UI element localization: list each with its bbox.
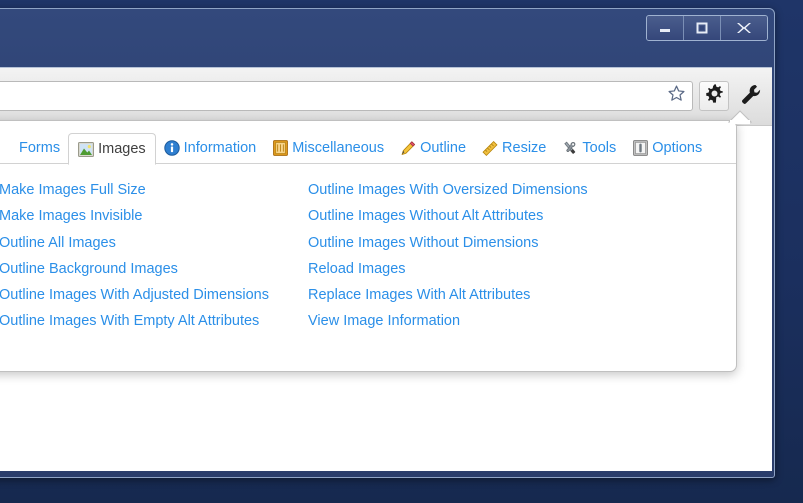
tab-label: Tools <box>582 139 617 156</box>
command-view-image-information[interactable]: View Image Information <box>308 308 703 334</box>
tab-tools[interactable]: Tools <box>554 132 624 164</box>
window-titlebar <box>0 9 774 67</box>
popup-tabstrip: Forms Images Information Miscellaneous O… <box>0 121 736 165</box>
tab-miscellaneous[interactable]: Miscellaneous <box>264 132 392 164</box>
web-developer-popup: Forms Images Information Miscellaneous O… <box>0 110 753 372</box>
maximize-icon <box>695 22 709 34</box>
outline-icon <box>400 140 416 156</box>
browser-toolbar <box>0 67 772 125</box>
command-outline-background-images[interactable]: Outline Background Images <box>0 256 303 282</box>
window-controls <box>646 15 768 41</box>
command-columns: Make Images Full Size Make Images Invisi… <box>0 164 736 335</box>
close-button[interactable] <box>721 16 767 40</box>
command-make-images-full-size[interactable]: Make Images Full Size <box>0 177 303 203</box>
chrome-menu-wrench-button[interactable] <box>736 81 766 111</box>
resize-icon <box>482 140 498 156</box>
minimize-icon <box>658 22 672 34</box>
command-outline-images-with-adjusted-dimensions[interactable]: Outline Images With Adjusted Dimensions <box>0 282 303 308</box>
popup-pointer <box>727 110 753 124</box>
information-icon <box>163 140 180 156</box>
star-icon[interactable] <box>667 84 686 108</box>
options-icon <box>632 140 648 156</box>
tab-label: Resize <box>502 139 547 156</box>
maximize-button[interactable] <box>684 16 721 40</box>
tab-label: Miscellaneous <box>292 139 385 156</box>
command-reload-images[interactable]: Reload Images <box>308 256 703 282</box>
wrench-icon <box>740 83 762 110</box>
tab-label: Forms <box>19 139 61 156</box>
tab-images[interactable]: Images <box>68 133 156 165</box>
images-icon <box>78 141 95 157</box>
command-column-right: Outline Images With Oversized Dimensions… <box>303 177 703 335</box>
tab-information[interactable]: Information <box>156 132 265 164</box>
tab-label: Options <box>652 139 703 156</box>
address-bar[interactable] <box>0 81 693 111</box>
command-outline-images-without-dimensions[interactable]: Outline Images Without Dimensions <box>308 230 703 256</box>
tab-label: Outline <box>420 139 467 156</box>
command-make-images-invisible[interactable]: Make Images Invisible <box>0 203 303 229</box>
command-outline-images-without-alt-attributes[interactable]: Outline Images Without Alt Attributes <box>308 203 703 229</box>
close-icon <box>736 21 752 35</box>
web-developer-gear-button[interactable] <box>699 81 729 111</box>
tab-resize[interactable]: Resize <box>474 132 554 164</box>
command-outline-images-with-oversized-dimensions[interactable]: Outline Images With Oversized Dimensions <box>308 177 703 203</box>
miscellaneous-icon <box>272 140 288 156</box>
command-replace-images-with-alt-attributes[interactable]: Replace Images With Alt Attributes <box>308 282 703 308</box>
command-column-left: Make Images Full Size Make Images Invisi… <box>0 177 303 335</box>
tab-forms[interactable]: Forms <box>0 132 68 164</box>
desktop-background: Forms Images Information Miscellaneous O… <box>0 0 803 503</box>
minimize-button[interactable] <box>647 16 684 40</box>
command-outline-all-images[interactable]: Outline All Images <box>0 230 303 256</box>
gear-icon <box>704 83 725 109</box>
tools-icon <box>562 140 578 156</box>
command-outline-images-with-empty-alt-attributes[interactable]: Outline Images With Empty Alt Attributes <box>0 308 303 334</box>
forms-icon <box>0 140 15 156</box>
tab-options[interactable]: Options <box>624 132 710 164</box>
tab-label: Information <box>183 139 257 156</box>
tab-label: Images <box>98 140 146 157</box>
tab-outline[interactable]: Outline <box>392 132 474 164</box>
